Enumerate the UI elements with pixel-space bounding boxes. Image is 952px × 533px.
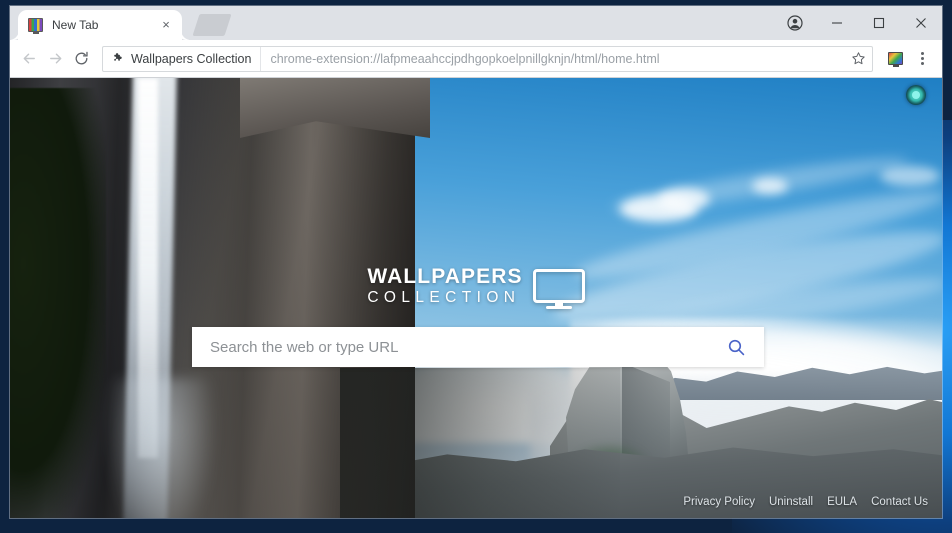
wallpapers-collection-icon (887, 52, 903, 67)
search-input[interactable] (210, 338, 722, 356)
pine-tree (10, 88, 106, 518)
footer-link-eula[interactable]: EULA (827, 496, 857, 508)
footer-link-privacy-policy[interactable]: Privacy Policy (683, 496, 755, 508)
profile-avatar-icon[interactable] (774, 6, 816, 40)
waterfall-mist (106, 378, 216, 518)
cloud-puff (752, 178, 788, 194)
cloud-puff (880, 166, 940, 186)
puzzle-piece-icon (114, 53, 122, 61)
wallpaper-settings-icon[interactable] (906, 85, 926, 105)
browser-toolbar: Wallpapers Collection chrome-extension:/… (10, 40, 942, 78)
browser-window: New Tab × Wallpapers Collection chrome-e… (10, 6, 942, 518)
menu-dot (920, 62, 924, 65)
search-box[interactable] (192, 327, 764, 367)
bookmark-star-icon[interactable] (844, 47, 872, 71)
url-text: chrome-extension://lafpmeaahccjpdhgopkoe… (270, 51, 660, 66)
tab-title: New Tab (52, 18, 99, 32)
footer-link-uninstall[interactable]: Uninstall (769, 496, 813, 508)
valley-shadow (340, 368, 620, 518)
tab-new-tab[interactable]: New Tab × (18, 10, 182, 40)
window-controls (774, 6, 942, 40)
new-tab-button[interactable] (192, 14, 232, 36)
extension-chip-label: Wallpapers Collection (131, 51, 252, 66)
close-window-icon[interactable] (900, 6, 942, 40)
reload-icon[interactable] (68, 46, 94, 72)
maximize-icon[interactable] (858, 6, 900, 40)
forward-icon[interactable] (42, 46, 68, 72)
footer-links: Privacy Policy Uninstall EULA Contact Us (683, 496, 928, 508)
extension-origin-chip: Wallpapers Collection (103, 46, 262, 71)
minimize-icon[interactable] (816, 6, 858, 40)
cloud-puff (658, 188, 710, 210)
address-bar[interactable]: Wallpapers Collection chrome-extension:/… (102, 45, 873, 72)
extension-toolbar-icon[interactable] (882, 46, 908, 72)
footer-link-contact-us[interactable]: Contact Us (871, 496, 928, 508)
desktop-background: New Tab × Wallpapers Collection chrome-e… (0, 0, 952, 533)
search-icon[interactable] (722, 333, 750, 361)
tab-strip: New Tab × (10, 6, 942, 40)
chrome-menu-icon[interactable] (910, 46, 934, 72)
newtab-page: WALLPAPERS COLLECTION Privacy Policy Uni… (10, 78, 942, 518)
close-icon[interactable]: × (158, 17, 174, 33)
monitor-rainbow-icon (28, 18, 43, 34)
menu-dot (920, 57, 924, 60)
menu-dot (920, 52, 924, 55)
back-icon[interactable] (16, 46, 42, 72)
